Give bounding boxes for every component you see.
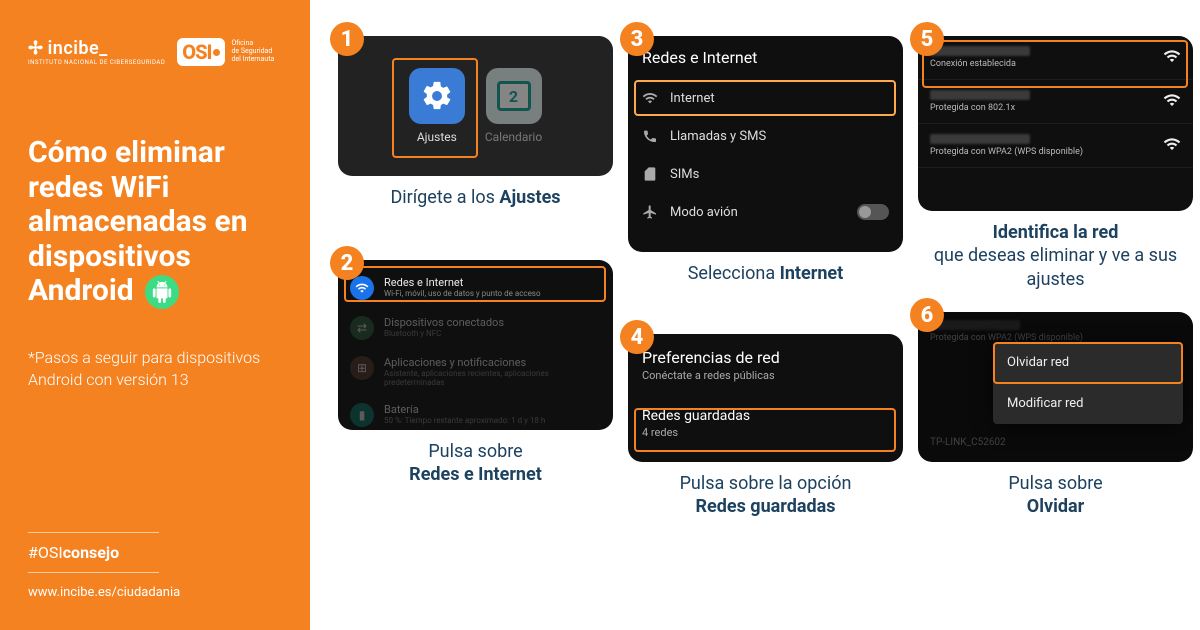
- menu-row: Internet: [628, 79, 903, 117]
- hashtag: #OSIconsejo: [28, 532, 159, 573]
- android-icon: [145, 275, 179, 309]
- logo-osi-badge: OSI: [177, 38, 225, 66]
- step-6: 6 Protegida con WPA2 (WPS disponible) Ol…: [918, 312, 1193, 519]
- menu-item-modify: Modificar red: [993, 383, 1183, 424]
- logo-osi: OSI Oficina de Seguridad del Internauta: [177, 38, 274, 66]
- battery-icon: ▮: [350, 403, 374, 427]
- step-number: 1: [330, 22, 364, 56]
- wifi-row: Conexión establecida: [918, 36, 1193, 80]
- step-number: 3: [620, 22, 654, 56]
- caption-3: Selecciona Internet: [628, 262, 903, 285]
- steps-grid: 1 Ajustes 2 Calendario Dirígete a los Aj…: [310, 0, 1200, 630]
- caption-2: Pulsa sobreRedes e Internet: [338, 440, 613, 487]
- screenshot-6: Protegida con WPA2 (WPS disponible) Olvi…: [918, 312, 1193, 462]
- menu-item-forget: Olvidar red: [993, 342, 1183, 383]
- saved-sub: 4 redes: [642, 426, 889, 439]
- url: www.incibe.es/ciudadania: [28, 585, 288, 600]
- logo-incibe-sub: INSTITUTO NACIONAL DE CIBERSEGURIDAD: [28, 59, 165, 66]
- subtitle: *Pasos a seguir para dispositivos Androi…: [28, 347, 288, 390]
- app-label: Ajustes: [417, 130, 457, 144]
- caption-5: Identifica la redque deseas eliminar y v…: [918, 221, 1193, 291]
- sim-icon: [642, 166, 658, 182]
- screenshot-4: Preferencias de red Conéctate a redes pú…: [628, 334, 903, 462]
- airplane-icon: [642, 204, 658, 220]
- calendar-icon: 2: [486, 68, 542, 124]
- app-ajustes: Ajustes: [409, 68, 465, 144]
- step-3: 3 Redes e Internet Internet Llamadas y S…: [628, 36, 903, 285]
- menu-row: SIMs: [628, 155, 903, 193]
- saved-title: Redes guardadas: [642, 408, 889, 424]
- infographic: ✢incibe_ INSTITUTO NACIONAL DE CIBERSEGU…: [0, 0, 1200, 630]
- apps-icon: ⊞: [350, 356, 374, 380]
- wifi-icon: [350, 276, 374, 300]
- step-1: 1 Ajustes 2 Calendario Dirígete a los Aj…: [338, 36, 613, 209]
- gear-icon: [409, 68, 465, 124]
- sidebar: ✢incibe_ INSTITUTO NACIONAL DE CIBERSEGU…: [0, 0, 310, 630]
- logo-incibe: ✢incibe_ INSTITUTO NACIONAL DE CIBERSEGU…: [28, 38, 165, 66]
- caption-1: Dirígete a los Ajustes: [338, 186, 613, 209]
- context-menu: Olvidar red Modificar red: [993, 342, 1183, 424]
- settings-row: Redes e InternetWi-Fi, móvil, uso de dat…: [346, 268, 605, 308]
- devices-icon: ⇄: [350, 316, 374, 340]
- step-4: 4 Preferencias de red Conéctate a redes …: [628, 334, 903, 519]
- step-number: 5: [910, 22, 944, 56]
- app-calendario: 2 Calendario: [485, 68, 542, 144]
- step-number: 6: [910, 298, 944, 332]
- menu-row: Llamadas y SMS: [628, 117, 903, 155]
- menu-row: Modo avión: [628, 193, 903, 231]
- toggle: [857, 204, 889, 220]
- wifi-row: Protegida con WPA2 (WPS disponible): [918, 124, 1193, 168]
- caption-4: Pulsa sobre la opciónRedes guardadas: [628, 472, 903, 519]
- settings-row: ▮ Batería50 %: Tiempo restante aproximad…: [346, 395, 605, 430]
- step-2: 2 Redes e InternetWi-Fi, móvil, uso de d…: [338, 260, 613, 487]
- settings-row: ⇄ Dispositivos conectadosBluetooth y NFC: [346, 308, 605, 348]
- logo-incibe-text: incibe_: [48, 38, 108, 59]
- wifi-signal-icon: [1163, 47, 1181, 68]
- wifi-icon: [642, 90, 658, 106]
- caption-6: Pulsa sobreOlvidar: [918, 472, 1193, 519]
- wifi-signal-icon: [1163, 91, 1181, 112]
- screenshot-1: Ajustes 2 Calendario: [338, 36, 613, 176]
- screenshot-2: Redes e InternetWi-Fi, móvil, uso de dat…: [338, 260, 613, 430]
- wifi-signal-icon: [1163, 135, 1181, 156]
- logo-osi-sub: Oficina de Seguridad del Internauta: [231, 40, 274, 63]
- step-5: 5 Conexión establecida Protegida con 802…: [918, 36, 1193, 291]
- step-number: 4: [620, 320, 654, 354]
- screenshot-5: Conexión establecida Protegida con 802.1…: [918, 36, 1193, 211]
- logos: ✢incibe_ INSTITUTO NACIONAL DE CIBERSEGU…: [28, 38, 288, 66]
- step-number: 2: [330, 246, 364, 280]
- settings-row: ⊞ Aplicaciones y notificacionesAsistente…: [346, 348, 605, 395]
- app-label: Calendario: [485, 130, 542, 144]
- title: Cómo eliminar redes WiFi almacenadas en …: [28, 136, 288, 309]
- screenshot-3: Redes e Internet Internet Llamadas y SMS…: [628, 36, 903, 252]
- phone-icon: [642, 128, 658, 144]
- screen-header: Redes e Internet: [628, 36, 903, 79]
- background-row: TP-LINK_C52602: [918, 429, 1018, 456]
- pref-sub: Conéctate a redes públicas: [642, 369, 889, 382]
- pref-title: Preferencias de red: [642, 348, 889, 367]
- wifi-row: Protegida con 802.1x: [918, 80, 1193, 124]
